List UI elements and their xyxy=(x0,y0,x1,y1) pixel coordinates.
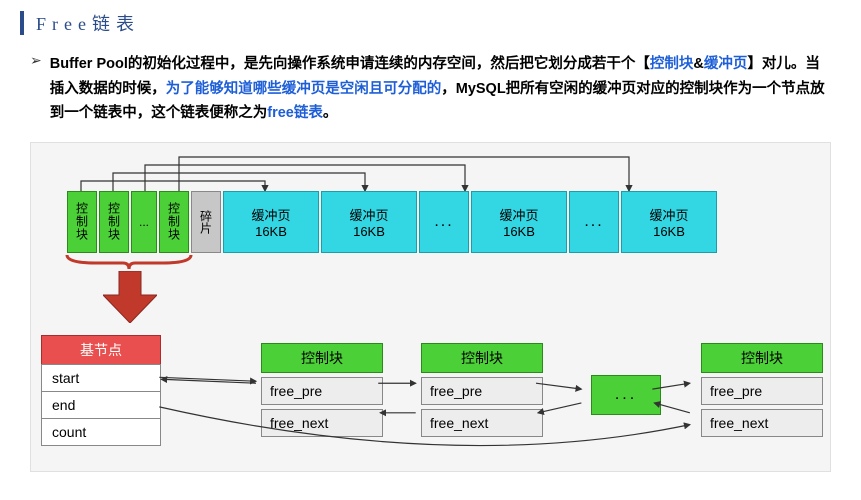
control-block-label: 控制块 xyxy=(74,202,91,241)
fragment-block: 碎片 xyxy=(191,191,221,253)
buffer-page-block: 缓冲页 16KB xyxy=(621,191,717,253)
top-pointer-lines xyxy=(69,151,799,191)
cb-node-field: free_next xyxy=(701,409,823,437)
text-seg-blue: free链表 xyxy=(267,105,323,121)
text-seg: & xyxy=(693,56,703,72)
ellipsis-block: ... xyxy=(569,191,619,253)
diagram-area: 控制块 控制块 ... 控制块 碎片 缓冲页 16KB 缓冲页 16KB ...… xyxy=(30,142,831,472)
text-seg: Buffer Pool的初始化过程中，是先向操作系统申请连续的内存空间，然后把它… xyxy=(50,56,650,72)
control-block: 控制块 xyxy=(67,191,97,253)
buffer-page-label: 缓冲页 xyxy=(499,205,538,224)
free-list-row: 基节点 start end count 控制块 free_pre free_ne… xyxy=(41,335,820,463)
control-block-node: 控制块 free_pre free_next xyxy=(261,343,383,437)
bullet-text: Buffer Pool的初始化过程中，是先向操作系统申请连续的内存空间，然后把它… xyxy=(50,52,831,126)
ellipsis-node: ... xyxy=(591,375,661,415)
cb-node-field: free_next xyxy=(421,409,543,437)
title-accent xyxy=(20,11,24,35)
buffer-page-size: 16KB xyxy=(353,224,385,239)
text-seg-blue: 为了能够知道哪些缓冲页是空闲且可分配的 xyxy=(166,81,442,97)
ellipsis-block: ... xyxy=(419,191,469,253)
control-block-label: 控制块 xyxy=(106,202,123,241)
cb-node-field: free_pre xyxy=(701,377,823,405)
base-node-field: count xyxy=(41,418,161,446)
buffer-page-size: 16KB xyxy=(503,224,535,239)
big-down-arrow-icon xyxy=(103,271,157,328)
page-title: Free链表 xyxy=(36,10,140,36)
control-block: 控制块 xyxy=(99,191,129,253)
buffer-page-label: 缓冲页 xyxy=(349,205,388,224)
base-node-title: 基节点 xyxy=(41,335,161,365)
control-block: 控制块 xyxy=(159,191,189,253)
ellipsis-block: ... xyxy=(131,191,157,253)
text-seg: 。 xyxy=(323,105,338,121)
control-block-node: 控制块 free_pre free_next xyxy=(421,343,543,437)
buffer-page-block: 缓冲页 16KB xyxy=(223,191,319,253)
base-node: 基节点 start end count xyxy=(41,335,161,446)
cb-node-field: free_next xyxy=(261,409,383,437)
buffer-page-size: 16KB xyxy=(255,224,287,239)
buffer-page-size: 16KB xyxy=(653,224,685,239)
buffer-pool-row: 控制块 控制块 ... 控制块 碎片 缓冲页 16KB 缓冲页 16KB ...… xyxy=(67,191,719,253)
bullet-marker: ➢ xyxy=(30,52,42,126)
bullet-paragraph: ➢ Buffer Pool的初始化过程中，是先向操作系统申请连续的内存空间，然后… xyxy=(0,46,861,134)
buffer-page-label: 缓冲页 xyxy=(251,205,290,224)
control-block-label: 控制块 xyxy=(166,202,183,241)
curly-brace xyxy=(65,255,193,269)
control-block-node: 控制块 free_pre free_next xyxy=(701,343,823,437)
text-seg-blue: 缓冲页 xyxy=(704,56,748,72)
cb-node-title: 控制块 xyxy=(421,343,543,373)
cb-node-title: 控制块 xyxy=(701,343,823,373)
base-node-field: start xyxy=(41,364,161,392)
buffer-page-block: 缓冲页 16KB xyxy=(321,191,417,253)
text-seg-blue: 控制块 xyxy=(650,56,694,72)
base-node-field: end xyxy=(41,391,161,419)
title-bar: Free链表 xyxy=(0,0,861,46)
cb-node-field: free_pre xyxy=(261,377,383,405)
buffer-page-label: 缓冲页 xyxy=(649,205,688,224)
fragment-label: 碎片 xyxy=(198,210,215,234)
cb-node-title: 控制块 xyxy=(261,343,383,373)
buffer-page-block: 缓冲页 16KB xyxy=(471,191,567,253)
cb-node-field: free_pre xyxy=(421,377,543,405)
